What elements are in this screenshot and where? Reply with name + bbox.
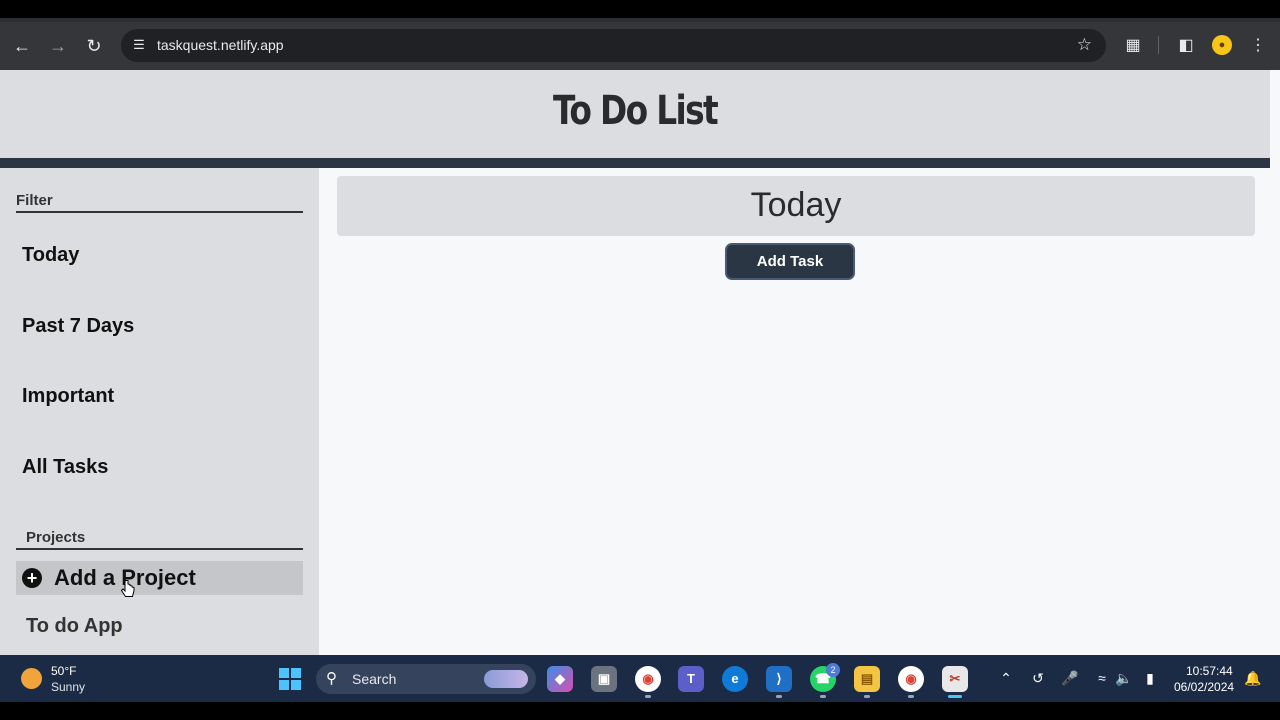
puzzle-icon[interactable]: ▦ [1121,34,1145,58]
kebab-menu-icon[interactable]: ⋮ [1246,34,1270,58]
file-explorer-icon[interactable]: ▤ [854,666,880,692]
hand-cursor-icon [121,580,135,597]
filter-item-today[interactable]: Today [22,244,79,267]
weather-temperature[interactable]: 50°F [51,664,76,678]
filter-item-important[interactable]: Important [22,385,114,408]
header-accent-bar [0,158,1270,168]
taskbar: 50°F Sunny ⚲ Search ◆ ▣ ◉ T e ⟩ ☎ 2 ▤ ◉ … [0,655,1280,702]
sync-icon[interactable]: ↺ [1028,668,1048,688]
edge-icon[interactable]: e [722,666,748,692]
page-scrollbar[interactable] [1270,70,1280,655]
clock-date[interactable]: 06/02/2024 [1174,680,1234,694]
filter-heading: Filter [16,192,53,209]
windows-start-icon[interactable] [279,668,301,690]
snipping-tool-icon[interactable]: ✂ [942,666,968,692]
plus-circle-icon: + [22,568,42,588]
chevron-up-icon[interactable]: ⌃ [996,668,1016,688]
weather-condition[interactable]: Sunny [51,680,85,694]
site-settings-icon[interactable]: ☰ [130,36,148,54]
running-indicator [645,695,651,698]
running-indicator [864,695,870,698]
address-bar[interactable]: ☰ taskquest.netlify.app ☆ [121,29,1106,62]
forward-arrow-icon[interactable]: → [46,34,70,58]
back-arrow-icon[interactable]: ← [10,34,34,58]
url-text[interactable]: taskquest.netlify.app [157,37,284,54]
filter-item-all-tasks[interactable]: All Tasks [22,456,108,479]
filter-divider [16,211,303,213]
running-indicator [776,695,782,698]
reload-icon[interactable]: ↻ [82,34,106,58]
microphone-icon[interactable]: 🎤 [1060,668,1080,688]
add-project-button[interactable]: + Add a Project [16,561,303,595]
whatsapp-badge: 2 [826,663,840,677]
screen: ← → ↻ ☰ taskquest.netlify.app ☆ ▦ ◧ ⋮ ● … [0,0,1280,720]
running-indicator [820,695,826,698]
wifi-icon[interactable]: ≈ [1092,668,1112,688]
search-label: Search [352,671,397,687]
chrome-profile-icon[interactable]: ◉ [898,666,924,692]
chrome-icon[interactable]: ◉ [635,666,661,692]
toolbar-separator [1158,36,1159,54]
web-page: To Do List Filter Today Past 7 Days Impo… [0,70,1270,655]
running-indicator [908,695,914,698]
add-task-button[interactable]: Add Task [725,243,855,280]
page-title: To Do List [552,88,719,134]
app-header: To Do List [0,70,1270,158]
side-panel-icon[interactable]: ◧ [1174,34,1198,58]
view-title-box: Today [337,176,1255,236]
filter-item-past-7-days[interactable]: Past 7 Days [22,315,134,338]
battery-icon[interactable]: ▮ [1140,668,1160,688]
teams-icon[interactable]: T [678,666,704,692]
taskbar-search[interactable]: ⚲ Search [316,664,536,694]
speaker-icon[interactable]: 🔈 [1114,668,1134,688]
notification-bell-icon[interactable]: 🔔 [1243,668,1263,688]
sidebar: Filter Today Past 7 Days Important All T… [0,168,319,655]
window-top-edge [0,0,1280,18]
clock-time[interactable]: 10:57:44 [1186,664,1233,678]
view-title: Today [750,186,842,224]
search-icon: ⚲ [326,670,337,687]
projects-divider [16,548,303,550]
project-item[interactable]: To do App [26,615,123,638]
vscode-icon[interactable]: ⟩ [766,666,792,692]
star-icon[interactable]: ☆ [1077,35,1092,55]
screen-bottom-edge [0,702,1280,720]
task-view-icon[interactable]: ▣ [591,666,617,692]
browser-toolbar: ← → ↻ ☰ taskquest.netlify.app ☆ ▦ ◧ ⋮ [0,22,1280,70]
sun-icon[interactable] [21,668,42,689]
profile-avatar[interactable]: ● [1212,35,1232,55]
active-indicator [948,695,962,698]
main-content: Today Add Task [319,168,1270,655]
projects-heading: Projects [26,529,86,546]
copilot-icon[interactable]: ◆ [547,666,573,692]
search-highlight-art [484,670,528,688]
